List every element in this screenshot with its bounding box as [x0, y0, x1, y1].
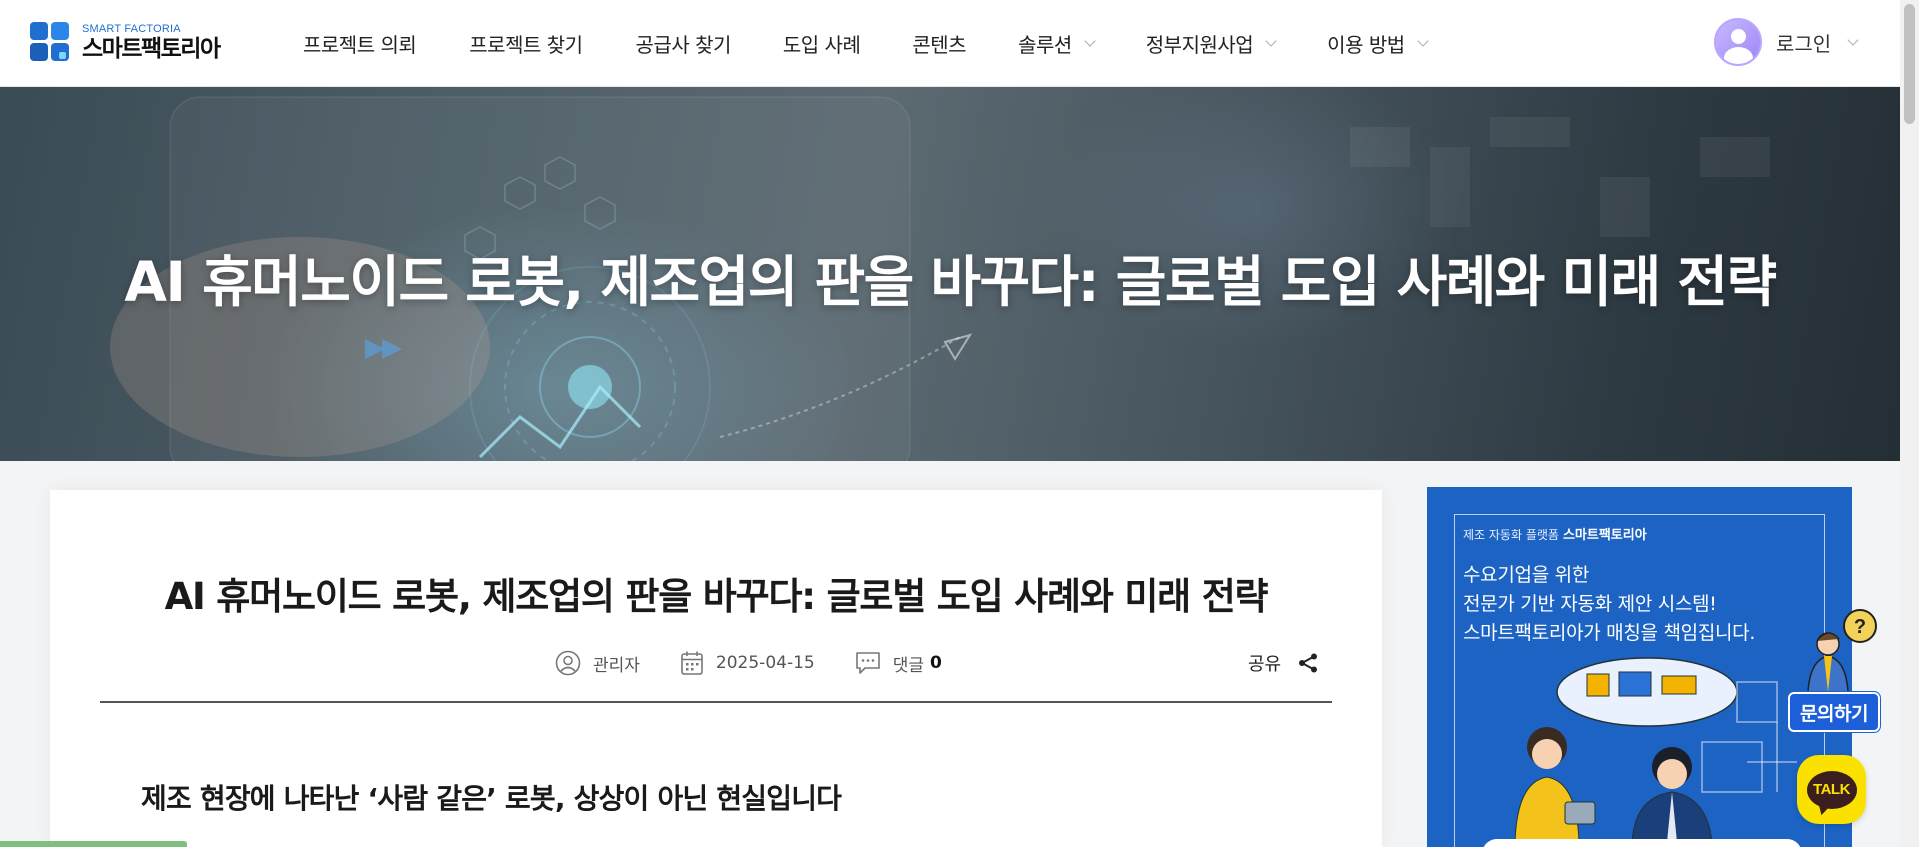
ad-illustration	[1514, 657, 1797, 842]
comment-icon	[855, 652, 880, 674]
nav-item-case-studies[interactable]: 도입 사례	[783, 29, 861, 58]
hero-banner: AI 휴머노이드 로봇, 제조업의 판을 바꾸다: 글로벌 도입 사례와 미래 …	[0, 87, 1900, 461]
article-meta: 관리자 2025-04-15 댓글 0	[555, 650, 982, 676]
user-icon	[555, 650, 581, 676]
post-date: 2025-04-15	[715, 653, 815, 673]
comments-meta[interactable]: 댓글 0	[855, 651, 942, 676]
svg-text:?: ?	[1854, 616, 1866, 638]
ad-line-1: 수요기업을 위한	[1463, 564, 1590, 586]
ad-cta-button[interactable]	[1482, 839, 1802, 847]
title-divider	[100, 701, 1332, 703]
nav-item-solutions[interactable]: 솔루션	[1018, 29, 1096, 58]
logo-korean-text: 스마트팩토리아	[82, 35, 221, 62]
nav-item-how-to-use[interactable]: 이용 방법	[1327, 29, 1429, 58]
ad-line-2: 전문가 기반 자동화 제안 시스템!	[1463, 593, 1717, 615]
ad-kicker-brand: 스마트팩토리아	[1562, 528, 1647, 543]
kakao-talk-button[interactable]: TALK	[1797, 755, 1866, 824]
talk-bubble-icon: TALK	[1806, 770, 1857, 809]
nav-item-gov-support[interactable]: 정부지원사업	[1146, 29, 1277, 58]
comments-label: 댓글	[892, 655, 924, 676]
share-label: 공유	[1248, 654, 1282, 675]
hero-title: AI 휴머노이드 로봇, 제조업의 판을 바꾸다: 글로벌 도입 사례와 미래 …	[124, 250, 1777, 314]
logo-english-text: SMART FACTORIA	[82, 22, 181, 35]
chevron-down-icon	[1416, 35, 1429, 47]
section-heading: 제조 현장에 나타난 ‘사람 같은’ 로봇, 상상이 아닌 현실입니다	[141, 782, 842, 815]
article-title: AI 휴머노이드 로봇, 제조업의 판을 바꾸다: 글로벌 도입 사례와 미래 …	[164, 575, 1269, 618]
login-button[interactable]: 로그인	[1714, 18, 1859, 66]
nav-item-project-search[interactable]: 프로젝트 찾기	[469, 29, 583, 58]
share-button[interactable]: 공유	[1248, 650, 1319, 676]
nav-item-project-request[interactable]: 프로젝트 의뢰	[303, 29, 417, 58]
ad-copy: 수요기업을 위한 전문가 기반 자동화 제안 시스템! 스마트팩토리아가 매칭을…	[1463, 561, 1755, 648]
logo-mark-icon	[30, 22, 70, 62]
site-header: SMART FACTORIA 스마트팩토리아 프로젝트 의뢰 프로젝트 찾기 공…	[0, 0, 1900, 87]
question-person-icon: ?	[1807, 609, 1877, 693]
date-meta: 2025-04-15	[680, 650, 815, 676]
inquiry-button[interactable]: ? 문의하기	[1788, 606, 1884, 732]
page-scrollbar[interactable]	[1900, 0, 1919, 847]
author-meta: 관리자	[555, 650, 640, 676]
article-card: AI 휴머노이드 로봇, 제조업의 판을 바꾸다: 글로벌 도입 사례와 미래 …	[50, 490, 1382, 847]
calendar-icon	[681, 651, 703, 675]
comments-count: 0	[930, 653, 942, 673]
inquiry-label: 문의하기	[1788, 692, 1880, 732]
avatar-icon	[1714, 18, 1762, 66]
scrollbar-thumb[interactable]	[1904, 4, 1915, 124]
main-nav: 프로젝트 의뢰 프로젝트 찾기 공급사 찾기 도입 사례 콘텐츠 솔루션 정부지…	[303, 0, 1429, 87]
nav-item-contents[interactable]: 콘텐츠	[912, 29, 966, 58]
login-label: 로그인	[1776, 31, 1832, 56]
nav-item-supplier-search[interactable]: 공급사 찾기	[636, 29, 732, 58]
ad-kicker: 제조 자동화 플랫폼 스마트팩토리아	[1463, 528, 1647, 543]
progress-bar-fragment	[0, 841, 187, 847]
chevron-down-icon	[1847, 33, 1859, 46]
site-logo[interactable]: SMART FACTORIA 스마트팩토리아	[30, 22, 221, 62]
chevron-down-icon	[1265, 35, 1277, 47]
ad-line-3: 스마트팩토리아가 매칭을 책임집니다.	[1463, 622, 1756, 644]
author-name: 관리자	[593, 655, 640, 676]
share-icon	[1299, 653, 1318, 673]
chevron-down-icon	[1084, 35, 1096, 47]
